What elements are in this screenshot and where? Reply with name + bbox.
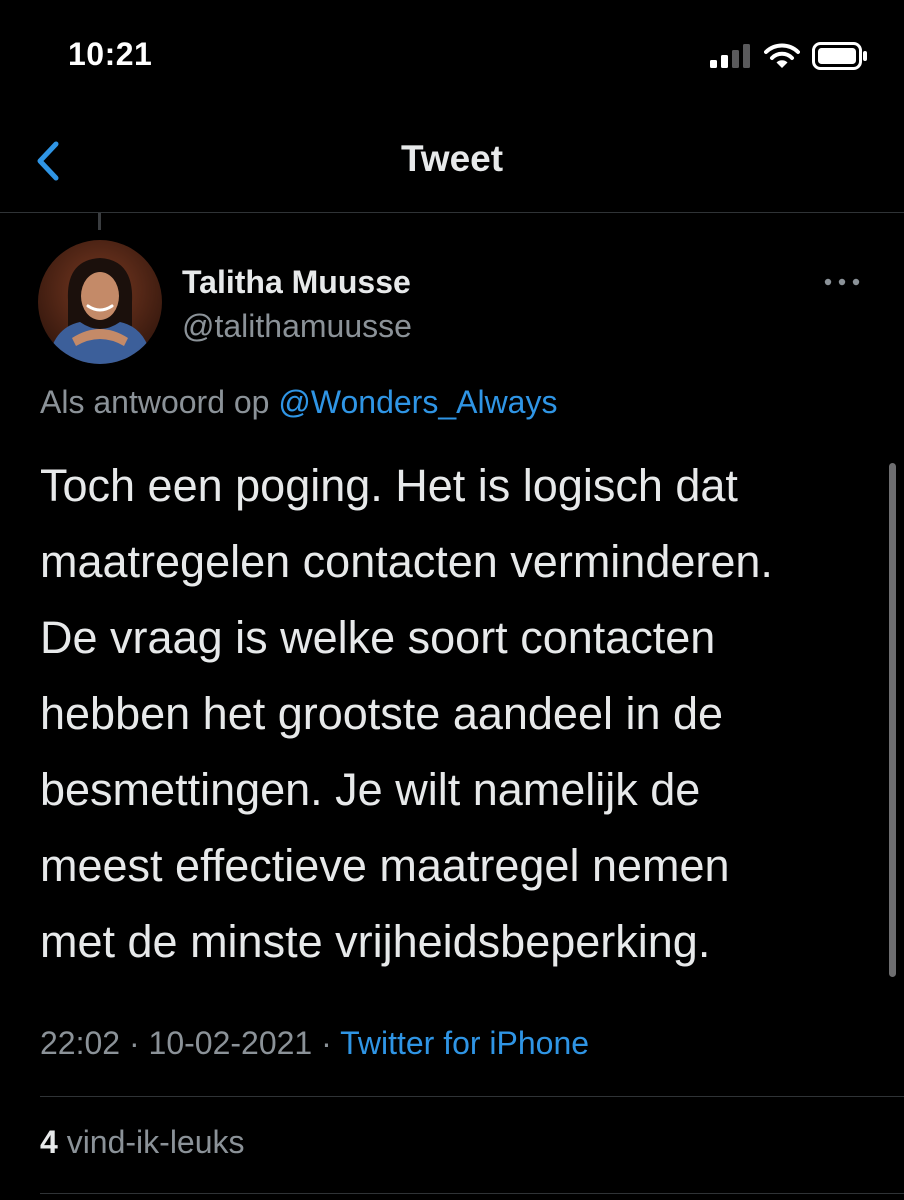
divider (40, 1193, 904, 1194)
reply-prefix: Als antwoord op (40, 384, 270, 420)
reply-to-link[interactable]: @Wonders_Always (278, 384, 557, 420)
more-horizontal-icon (824, 278, 860, 286)
meta-separator: · (321, 1025, 332, 1061)
tweet-text-line: besmettingen. Je wilt namelijk de (40, 764, 701, 815)
cellular-signal-icon (710, 44, 750, 68)
battery-icon (812, 42, 867, 70)
status-time: 10:21 (68, 36, 153, 72)
wifi-icon (764, 43, 800, 68)
reply-context: Als antwoord op @Wonders_Always (40, 384, 557, 421)
thread-connector-line (98, 213, 101, 230)
page-title: Tweet (400, 138, 504, 179)
tweet-text-line: meest effectieve maatregel nemen (40, 840, 730, 891)
likes-stat[interactable]: 4 vind-ik-leuks (40, 1124, 245, 1161)
tweet-text-line: maatregelen contacten verminderen. (40, 536, 773, 587)
author-handle[interactable]: @talithamuusse (182, 308, 412, 345)
status-bar: 10:21 (0, 0, 904, 110)
tweet-date: 10-02-2021 (148, 1025, 313, 1061)
avatar[interactable] (38, 240, 162, 364)
tweet-text: Toch een poging. Het is logisch dat maat… (40, 448, 880, 980)
more-options-button[interactable] (822, 270, 862, 294)
tweet-text-line: hebben het grootste aandeel in de (40, 688, 724, 739)
meta-separator: · (128, 1025, 140, 1061)
author-name[interactable]: Talitha Muusse (182, 264, 411, 301)
likes-count: 4 (40, 1124, 58, 1160)
nav-bar: Tweet (0, 110, 904, 213)
tweet-text-line: Toch een poging. Het is logisch dat (40, 460, 738, 511)
divider (40, 1096, 904, 1097)
tweet-source-link[interactable]: Twitter for iPhone (340, 1025, 589, 1061)
scrollbar[interactable] (889, 463, 896, 977)
tweet-meta: 22:02 · 10-02-2021 · Twitter for iPhone (40, 1025, 589, 1062)
tweet-text-line: De vraag is welke soort contacten (40, 612, 716, 663)
likes-label: vind-ik-leuks (66, 1124, 245, 1160)
status-icons (710, 42, 868, 70)
tweet-text-line: met de minste vrijheidsbeperking. (40, 916, 711, 967)
tweet-time: 22:02 (40, 1025, 121, 1061)
